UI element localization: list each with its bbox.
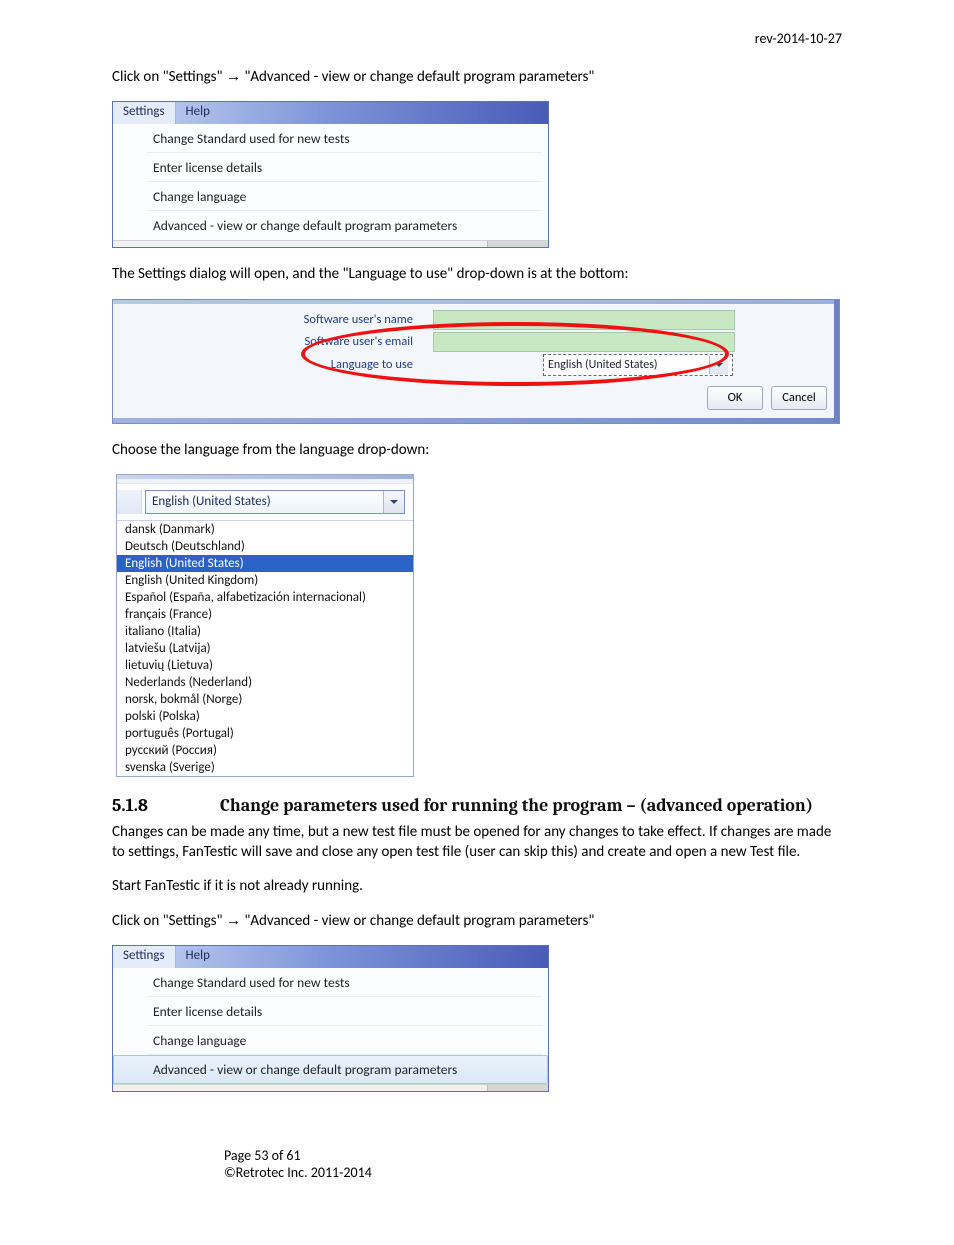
chevron-down-icon bbox=[709, 356, 728, 374]
language-option[interactable]: français (France) bbox=[117, 606, 413, 623]
menu-item[interactable]: Enter license details bbox=[113, 997, 548, 1026]
menu-list: Change Standard used for new tests Enter… bbox=[113, 124, 548, 240]
language-list-screenshot: English (United States) dansk (Danmark) … bbox=[116, 474, 414, 777]
section-heading: 5.1.8 Change parameters used for running… bbox=[112, 795, 842, 816]
body-paragraph: Changes can be made any time, but a new … bbox=[112, 822, 842, 863]
combobox-value: English (United States) bbox=[152, 494, 271, 509]
language-option[interactable]: português (Portugal) bbox=[117, 725, 413, 742]
text: Click on "Settings" bbox=[112, 912, 226, 930]
email-input[interactable] bbox=[433, 332, 735, 352]
language-option[interactable]: English (United Kingdom) bbox=[117, 572, 413, 589]
arrow-icon: → bbox=[226, 912, 241, 929]
language-option[interactable]: Español (España, alfabetización internac… bbox=[117, 589, 413, 606]
body-paragraph: Start FanTestic if it is not already run… bbox=[112, 876, 842, 896]
language-option[interactable]: dansk (Danmark) bbox=[117, 521, 413, 538]
menu-item[interactable]: Enter license details bbox=[113, 153, 548, 182]
menu-bar-item-help[interactable]: Help bbox=[176, 102, 220, 124]
menu-bar: Settings Help bbox=[113, 102, 548, 124]
username-input[interactable] bbox=[433, 310, 735, 330]
dialog-bottom-border bbox=[113, 418, 839, 423]
list-scroll-hint bbox=[117, 479, 413, 484]
menu-item[interactable]: Advanced - view or change default progra… bbox=[113, 211, 548, 240]
dialog-button-row: OK Cancel bbox=[113, 380, 839, 418]
ok-button[interactable]: OK bbox=[707, 386, 763, 410]
menu-item[interactable]: Change language bbox=[113, 1026, 548, 1055]
list-gutter bbox=[117, 490, 142, 514]
menu-list: Change Standard used for new tests Enter… bbox=[113, 968, 548, 1084]
instruction-settings-path-2: Click on "Settings" → "Advanced - view o… bbox=[112, 911, 842, 931]
section-title: Change parameters used for running the p… bbox=[220, 795, 813, 816]
text: Click on "Settings" bbox=[112, 68, 226, 86]
menu-item[interactable]: Change language bbox=[113, 182, 548, 211]
settings-dialog-screenshot: Software user's name Software user's ema… bbox=[112, 299, 840, 424]
instruction-choose-language: Choose the language from the language dr… bbox=[112, 440, 842, 460]
section-number: 5.1.8 bbox=[112, 795, 220, 816]
dialog-row-username: Software user's name bbox=[123, 310, 829, 330]
language-dropdown[interactable]: English (United States) bbox=[543, 354, 733, 376]
copyright: ©Retrotec Inc. 2011-2014 bbox=[224, 1164, 372, 1181]
scrollbar-hint bbox=[113, 1084, 548, 1091]
dialog-label: Software user's name bbox=[123, 312, 433, 327]
language-option[interactable]: norsk, bokmål (Norge) bbox=[117, 691, 413, 708]
dialog-label: Software user's email bbox=[123, 334, 433, 349]
instruction-dialog-info: The Settings dialog will open, and the "… bbox=[112, 264, 842, 284]
settings-menu-screenshot-1: Settings Help Change Standard used for n… bbox=[112, 101, 549, 248]
dialog-right-border bbox=[834, 300, 839, 423]
menu-item-hovered[interactable]: Advanced - view or change default progra… bbox=[113, 1055, 548, 1084]
language-option[interactable]: lietuvių (Lietuva) bbox=[117, 657, 413, 674]
settings-menu-screenshot-2: Settings Help Change Standard used for n… bbox=[112, 945, 549, 1092]
dialog-row-language: Language to use English (United States) bbox=[123, 354, 829, 376]
language-option[interactable]: latviešu (Latvija) bbox=[117, 640, 413, 657]
language-option-list: dansk (Danmark) Deutsch (Deutschland) En… bbox=[117, 520, 413, 776]
menu-bar-item-settings[interactable]: Settings bbox=[113, 102, 176, 124]
dropdown-value: English (United States) bbox=[548, 358, 658, 372]
language-option[interactable]: Nederlands (Nederland) bbox=[117, 674, 413, 691]
language-option[interactable]: русский (Россия) bbox=[117, 742, 413, 759]
language-option[interactable]: italiano (Italia) bbox=[117, 623, 413, 640]
page-number: Page 53 of 61 bbox=[224, 1147, 372, 1164]
chevron-down-icon bbox=[383, 491, 404, 513]
language-option-selected[interactable]: English (United States) bbox=[117, 555, 413, 572]
menu-bar-item-settings[interactable]: Settings bbox=[113, 946, 176, 968]
language-option[interactable]: polski (Polska) bbox=[117, 708, 413, 725]
revision-header: rev-2014-10-27 bbox=[112, 30, 842, 47]
language-option[interactable]: Deutsch (Deutschland) bbox=[117, 538, 413, 555]
menu-bar: Settings Help bbox=[113, 946, 548, 968]
instruction-settings-path-1: Click on "Settings" → "Advanced - view o… bbox=[112, 67, 842, 87]
cancel-button[interactable]: Cancel bbox=[771, 386, 827, 410]
language-option[interactable]: svenska (Sverige) bbox=[117, 759, 413, 776]
menu-bar-item-help[interactable]: Help bbox=[176, 946, 220, 968]
scrollbar-hint bbox=[113, 240, 548, 247]
language-combobox[interactable]: English (United States) bbox=[145, 490, 405, 514]
menu-item[interactable]: Change Standard used for new tests bbox=[113, 968, 548, 997]
dialog-row-email: Software user's email bbox=[123, 332, 829, 352]
menu-item[interactable]: Change Standard used for new tests bbox=[113, 124, 548, 153]
page-footer: Page 53 of 61 ©Retrotec Inc. 2011-2014 bbox=[224, 1147, 372, 1181]
dialog-label: Language to use bbox=[123, 357, 433, 372]
arrow-icon: → bbox=[226, 68, 241, 85]
text: "Advanced - view or change default progr… bbox=[241, 68, 594, 86]
text: "Advanced - view or change default progr… bbox=[241, 912, 594, 930]
